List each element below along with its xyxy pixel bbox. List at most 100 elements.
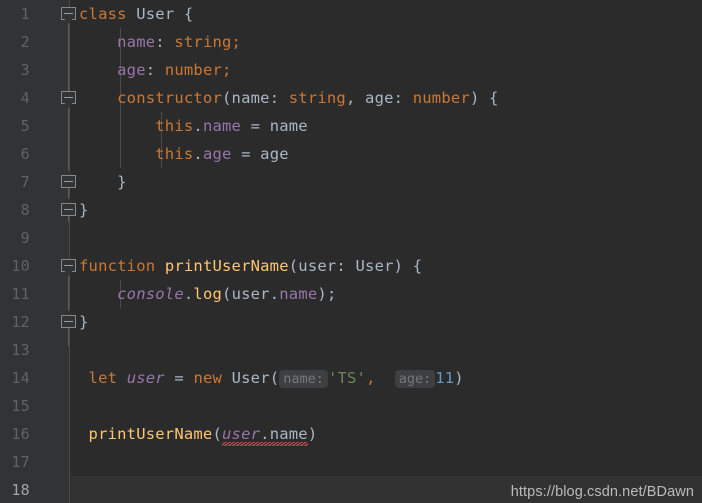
token-parameter: name bbox=[231, 89, 270, 107]
token-punctuation: . bbox=[260, 425, 270, 443]
inlay-hint-age[interactable]: age: bbox=[394, 370, 436, 388]
token-type-name: User bbox=[136, 5, 175, 23]
token-field: name bbox=[117, 33, 156, 51]
token-function-name: printUserName bbox=[164, 257, 289, 275]
token-brace: } bbox=[117, 173, 127, 191]
code-line[interactable]: } bbox=[71, 308, 702, 336]
token-punctuation: : bbox=[145, 61, 165, 79]
token-this-keyword: this bbox=[155, 145, 194, 163]
code-line-empty[interactable] bbox=[71, 448, 702, 476]
token-punctuation: : bbox=[393, 89, 413, 107]
code-line[interactable]: printUserName(user.name) bbox=[71, 420, 702, 448]
token-type: number bbox=[412, 89, 470, 107]
token-type: string; bbox=[174, 33, 242, 51]
code-editor[interactable]: 1 2 3 4 5 6 7 8 9 10 11 12 13 14 15 16 1… bbox=[0, 0, 702, 503]
token-punctuation: . bbox=[269, 285, 280, 303]
code-content[interactable]: class User { name: string; age: number; … bbox=[71, 0, 702, 503]
gutter-line: 1 bbox=[0, 0, 69, 28]
token-brace: } bbox=[79, 313, 89, 331]
line-number: 7 bbox=[20, 173, 30, 191]
gutter-line: 4 bbox=[0, 84, 69, 112]
token-field: name bbox=[202, 117, 242, 135]
token-punctuation: ( bbox=[222, 285, 232, 303]
token-global-object: console bbox=[117, 285, 184, 303]
code-line[interactable]: } bbox=[71, 196, 702, 224]
token-punctuation: ) { bbox=[469, 89, 499, 107]
token-operator: = bbox=[164, 369, 194, 387]
line-number: 6 bbox=[20, 145, 30, 163]
gutter-line: 2 bbox=[0, 28, 69, 56]
token-type-name: User bbox=[355, 257, 394, 275]
code-line-empty[interactable] bbox=[71, 392, 702, 420]
inlay-hint-name[interactable]: name: bbox=[279, 370, 328, 388]
gutter-line: 5 bbox=[0, 112, 69, 140]
token-punctuation: ) { bbox=[393, 257, 423, 275]
token-number: 11 bbox=[435, 369, 455, 387]
code-line[interactable]: age: number; bbox=[71, 56, 702, 84]
token-variable: user bbox=[126, 369, 165, 387]
token-punctuation: ( bbox=[222, 89, 232, 107]
line-number: 4 bbox=[20, 89, 30, 107]
line-number: 15 bbox=[11, 397, 30, 415]
code-line[interactable]: } bbox=[71, 168, 702, 196]
code-line[interactable]: constructor(name: string, age: number) { bbox=[71, 84, 702, 112]
gutter-line: 14 bbox=[0, 364, 69, 392]
token-this-keyword: this bbox=[155, 117, 194, 135]
token-constructor-name: User bbox=[231, 369, 270, 387]
gutter-line: 15 bbox=[0, 392, 69, 420]
token-field: age bbox=[202, 145, 232, 163]
code-line[interactable]: function printUserName(user: User) { bbox=[71, 252, 702, 280]
gutter-line: 12 bbox=[0, 308, 69, 336]
code-line[interactable]: let user = new User(name: 'TS', age: 11) bbox=[71, 364, 702, 392]
gutter-line: 16 bbox=[0, 420, 69, 448]
token-punctuation: ); bbox=[317, 285, 337, 303]
code-line[interactable]: console.log(user.name); bbox=[71, 280, 702, 308]
token-punctuation: ) bbox=[307, 425, 318, 443]
code-line[interactable]: class User { bbox=[71, 0, 702, 28]
token-keyword: new bbox=[193, 369, 223, 387]
code-line[interactable]: this.name = name bbox=[71, 112, 702, 140]
line-number: 3 bbox=[20, 61, 30, 79]
code-line[interactable]: name: string; bbox=[71, 28, 702, 56]
line-number: 5 bbox=[20, 117, 30, 135]
token-method-name: log bbox=[193, 285, 223, 303]
line-number: 10 bbox=[11, 257, 30, 275]
token-keyword: class bbox=[79, 5, 127, 23]
line-number-current: 18 bbox=[11, 481, 30, 499]
gutter-line: 17 bbox=[0, 448, 69, 476]
token-punctuation: ) bbox=[454, 369, 464, 387]
token-type: string bbox=[288, 89, 346, 107]
token-assignment: = age bbox=[231, 145, 289, 163]
gutter-line: 10 bbox=[0, 252, 69, 280]
token-variable: user bbox=[231, 285, 270, 303]
token-keyword: let bbox=[88, 369, 118, 387]
token-punctuation: . bbox=[183, 285, 194, 303]
code-line-empty[interactable] bbox=[71, 336, 702, 364]
token-property: name bbox=[279, 285, 318, 303]
line-number: 12 bbox=[11, 313, 30, 331]
gutter-line: 11 bbox=[0, 280, 69, 308]
line-number: 11 bbox=[11, 285, 30, 303]
line-number: 13 bbox=[11, 341, 30, 359]
gutter-line: 9 bbox=[0, 224, 69, 252]
error-underline: user.name bbox=[222, 420, 308, 448]
token-punctuation: , bbox=[345, 89, 366, 107]
token-punctuation: . bbox=[193, 145, 203, 163]
line-number: 1 bbox=[20, 5, 30, 23]
token-punctuation: : bbox=[155, 33, 175, 51]
gutter-line: 6 bbox=[0, 140, 69, 168]
token-parameter: user bbox=[298, 257, 337, 275]
token-punctuation: : bbox=[269, 89, 289, 107]
token-punctuation: ( bbox=[269, 369, 280, 387]
code-line[interactable]: this.age = age bbox=[71, 140, 702, 168]
token-punctuation: : bbox=[336, 257, 356, 275]
token-punctuation: ( bbox=[288, 257, 299, 275]
token-punctuation: ( bbox=[212, 425, 223, 443]
line-number: 2 bbox=[20, 33, 30, 51]
token-function-call: printUserName bbox=[88, 425, 213, 443]
line-number: 9 bbox=[20, 229, 30, 247]
token-punctuation: . bbox=[193, 117, 203, 135]
code-line-empty[interactable] bbox=[71, 224, 702, 252]
token-property: name bbox=[269, 425, 308, 443]
gutter-line: 13 bbox=[0, 336, 69, 364]
